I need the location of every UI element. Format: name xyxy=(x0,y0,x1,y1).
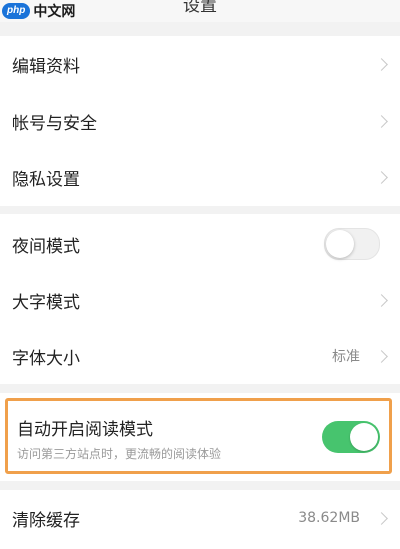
cache-size-value: 38.62MB xyxy=(298,510,360,526)
chevron-right-icon xyxy=(375,114,388,128)
settings-item-edit-profile[interactable]: 编辑资料 xyxy=(0,36,400,92)
toggle-knob xyxy=(326,230,354,258)
settings-item-label: 夜间模式 xyxy=(12,236,80,257)
night-mode-toggle[interactable] xyxy=(324,228,380,260)
watermark-text: 中文网 xyxy=(33,4,76,20)
settings-item-label: 清除缓存 xyxy=(12,510,80,531)
settings-item-account-security[interactable]: 帐号与安全 xyxy=(0,93,400,149)
chevron-right-icon xyxy=(375,293,388,307)
reading-mode-description: 访问第三方站点时，更流畅的阅读体验 xyxy=(17,447,222,461)
watermark-logo: php xyxy=(2,3,31,19)
toggle-knob xyxy=(350,423,378,451)
chevron-right-icon xyxy=(375,349,388,363)
settings-item-clear-cache[interactable]: 清除缓存 38.62MB xyxy=(0,490,400,546)
settings-group-display: 夜间模式 大字模式 字体大小 标准 xyxy=(0,214,400,384)
settings-item-font-size[interactable]: 字体大小 标准 xyxy=(0,328,400,384)
settings-item-auto-reading-mode[interactable]: 自动开启阅读模式 访问第三方站点时，更流畅的阅读体验 xyxy=(5,398,392,474)
settings-item-large-text[interactable]: 大字模式 xyxy=(0,272,400,328)
reading-mode-toggle[interactable] xyxy=(322,421,380,453)
chevron-right-icon xyxy=(375,170,388,184)
top-bar: 设置 php 中文网 xyxy=(0,0,400,22)
chevron-right-icon xyxy=(375,511,388,525)
settings-item-label: 字体大小 xyxy=(12,348,80,369)
font-size-value: 标准 xyxy=(332,349,360,365)
settings-item-label: 编辑资料 xyxy=(12,56,80,77)
settings-group-account: 编辑资料 帐号与安全 隐私设置 xyxy=(0,36,400,206)
settings-group-storage: 清除缓存 38.62MB xyxy=(0,490,400,549)
settings-item-label: 大字模式 xyxy=(12,292,80,313)
settings-item-night-mode[interactable]: 夜间模式 xyxy=(0,216,400,272)
settings-item-privacy[interactable]: 隐私设置 xyxy=(0,149,400,205)
reading-mode-label: 自动开启阅读模式 xyxy=(17,420,153,440)
settings-item-label: 帐号与安全 xyxy=(12,113,97,134)
watermark: php 中文网 xyxy=(2,2,75,20)
settings-item-label: 隐私设置 xyxy=(12,169,80,190)
chevron-right-icon xyxy=(375,57,388,71)
